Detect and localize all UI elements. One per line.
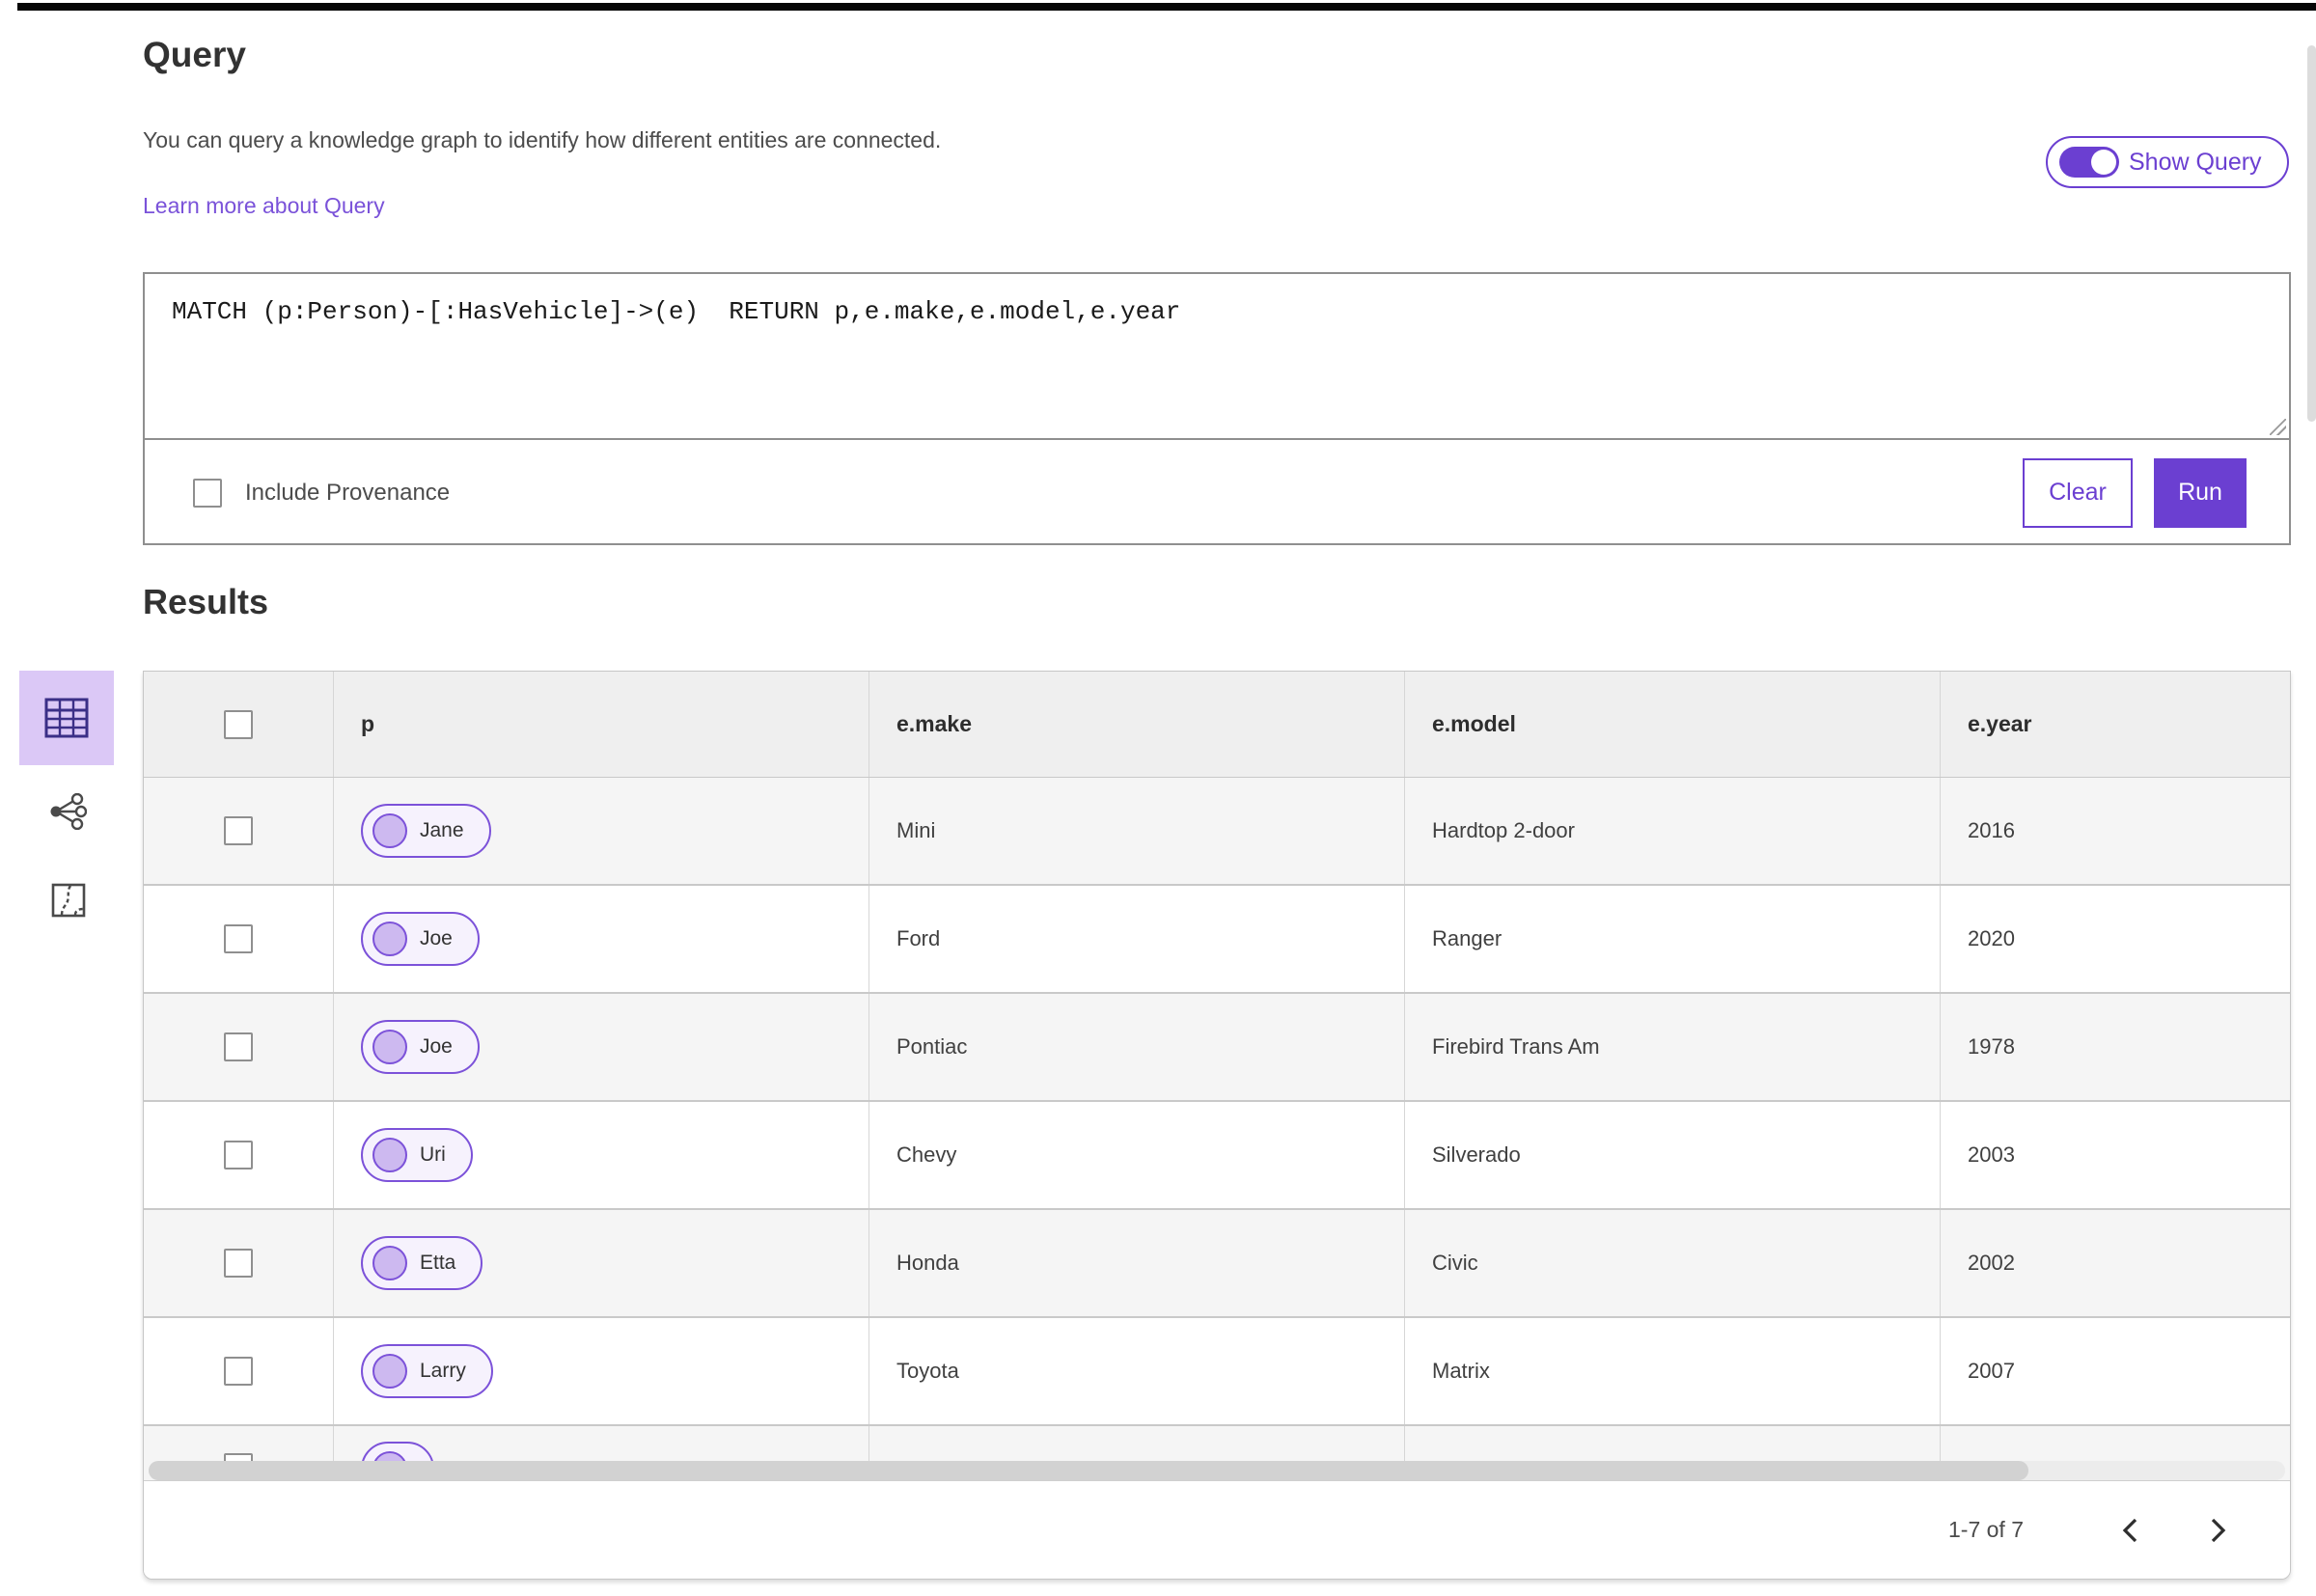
select-all-checkbox[interactable] — [224, 709, 253, 739]
entity-pill[interactable]: Etta — [361, 1236, 483, 1290]
vertical-scrollbar[interactable] — [2307, 45, 2316, 422]
cell-year: 2003 — [1968, 1142, 2015, 1167]
include-provenance-option[interactable]: Include Provenance — [193, 478, 451, 508]
resize-handle-icon[interactable] — [2270, 419, 2286, 435]
row-checkbox[interactable] — [224, 1141, 253, 1169]
next-page-button[interactable] — [2199, 1511, 2238, 1550]
cell-make: Toyota — [869, 1318, 1405, 1424]
learn-more-link[interactable]: Learn more about Query — [143, 193, 385, 219]
column-header-model[interactable]: e.model — [1405, 672, 1941, 777]
table-row: Joe Ford Ranger 2020 — [144, 886, 2290, 994]
cell-year: 2016 — [1968, 818, 2015, 842]
row-checkbox[interactable] — [224, 1032, 253, 1061]
row-checkbox[interactable] — [224, 924, 253, 953]
row-checkbox[interactable] — [224, 1249, 253, 1278]
run-button[interactable]: Run — [2154, 457, 2247, 528]
cell-year: 2007 — [1968, 1359, 2015, 1383]
entity-node-icon — [372, 1030, 407, 1064]
table-row: Joe Pontiac Firebird Trans Am 1978 — [144, 994, 2290, 1102]
table-row: Uri Chevy Silverado 2003 — [144, 1102, 2290, 1210]
previous-page-button[interactable] — [2110, 1511, 2149, 1550]
cell-model: Civic — [1405, 1210, 1941, 1316]
cell-year: 2002 — [1968, 1251, 2015, 1275]
table-header-row: p e.make e.model e.year — [144, 672, 2290, 778]
cell-model: Matrix — [1405, 1318, 1941, 1424]
pagination-range: 1-7 of 7 — [1948, 1517, 2024, 1542]
cell-year: 2020 — [1968, 926, 2015, 950]
entity-pill[interactable]: Joe — [361, 912, 480, 966]
clear-button[interactable]: Clear — [2023, 457, 2133, 528]
cell-model: Ranger — [1405, 886, 1941, 992]
query-input[interactable]: MATCH (p:Person)-[:HasVehicle]->(e) RETU… — [145, 274, 2289, 440]
entity-node-icon — [372, 1138, 407, 1172]
query-editor-panel: MATCH (p:Person)-[:HasVehicle]->(e) RETU… — [143, 272, 2291, 545]
entity-pill[interactable]: Joe — [361, 1020, 480, 1074]
column-header-p[interactable]: p — [334, 672, 869, 777]
page-description: You can query a knowledge graph to ident… — [143, 127, 942, 152]
horizontal-scrollbar-thumb[interactable] — [149, 1461, 2029, 1480]
table-row: Jane Mini Hardtop 2-door 2016 — [144, 778, 2290, 886]
chevron-left-icon — [2122, 1518, 2137, 1542]
row-checkbox[interactable] — [224, 1357, 253, 1386]
entity-node-icon — [372, 922, 407, 956]
horizontal-scrollbar[interactable] — [149, 1461, 2285, 1480]
chevron-right-icon — [2211, 1518, 2226, 1542]
cell-make: Chevy — [869, 1102, 1405, 1208]
query-page: Query You can query a knowledge graph to… — [0, 0, 2316, 1596]
column-header-make[interactable]: e.make — [869, 672, 1405, 777]
link-chart-view-button[interactable] — [48, 792, 88, 835]
toggle-on-icon — [2059, 147, 2119, 178]
link-chart-view-icon — [50, 792, 88, 831]
entity-pill[interactable]: Uri — [361, 1128, 473, 1182]
results-table-panel: p e.make e.model e.year Jane Mini Hardto… — [143, 671, 2291, 1580]
table-view-button[interactable] — [19, 671, 114, 765]
cell-model: Silverado — [1405, 1102, 1941, 1208]
row-checkbox[interactable] — [224, 816, 253, 845]
cell-model: Hardtop 2-door — [1405, 778, 1941, 884]
window-top-edge — [17, 3, 2316, 11]
column-header-year[interactable]: e.year — [1941, 672, 2290, 777]
include-provenance-checkbox[interactable] — [193, 478, 222, 508]
entity-pill[interactable]: Jane — [361, 804, 491, 858]
cell-make: Ford — [869, 886, 1405, 992]
table-view-icon — [44, 698, 89, 738]
entity-node-icon — [372, 1354, 407, 1389]
entity-node-icon — [372, 1246, 407, 1280]
cell-make: Mini — [869, 778, 1405, 884]
include-provenance-label: Include Provenance — [245, 479, 451, 506]
cell-make: Honda — [869, 1210, 1405, 1316]
entity-node-icon — [372, 813, 407, 848]
cell-model: Firebird Trans Am — [1405, 994, 1941, 1100]
map-view-button[interactable] — [51, 883, 86, 922]
map-view-icon — [51, 883, 86, 918]
show-query-toggle[interactable]: Show Query — [2046, 136, 2289, 188]
show-query-label: Show Query — [2129, 148, 2262, 176]
table-row: Larry Toyota Matrix 2007 — [144, 1318, 2290, 1426]
page-title: Query — [143, 35, 246, 74]
results-heading: Results — [143, 582, 269, 621]
table-row: Etta Honda Civic 2002 — [144, 1210, 2290, 1318]
cell-year: 1978 — [1968, 1034, 2015, 1059]
results-footer: 1-7 of 7 — [144, 1480, 2290, 1579]
cell-make: Pontiac — [869, 994, 1405, 1100]
entity-pill[interactable]: Larry — [361, 1344, 493, 1398]
